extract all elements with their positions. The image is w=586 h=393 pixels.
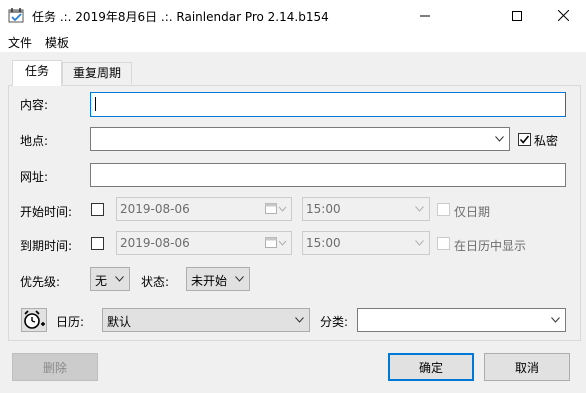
chevron-down-icon [551,317,560,323]
menu-bar: 文件 模板 [0,31,586,52]
cancel-button[interactable]: 取消 [484,353,570,381]
minimize-icon [420,15,430,16]
chevron-down-icon [295,317,304,323]
window-title: 任务 .:. 2019年8月6日 .:. Rainlendar Pro 2.14… [32,10,329,24]
add-alarm-button[interactable] [21,308,47,332]
status-dropdown[interactable]: 未开始 [186,267,250,291]
calendar-value: 默认 [107,315,132,329]
chevron-down-icon [415,240,424,246]
calendar-label: 日历: [56,315,85,329]
calendar-dropdown[interactable]: 默认 [102,308,310,332]
private-label: 私密 [534,134,559,148]
start-date-value: 2019-08-06 [120,202,190,216]
private-checkbox[interactable] [518,133,531,146]
start-time-value: 15:00 [306,202,341,216]
checkmark-icon [519,135,530,144]
status-value: 未开始 [191,274,228,288]
due-date-value: 2019-08-06 [120,236,190,250]
maximize-button[interactable] [494,0,540,31]
date-only-checkbox[interactable] [437,203,450,216]
chevron-down-icon [495,136,504,142]
content-label: 内容: [20,98,49,112]
title-bar: 任务 .:. 2019年8月6日 .:. Rainlendar Pro 2.14… [0,0,586,31]
close-button[interactable] [540,0,586,31]
maximize-icon [512,10,522,21]
tab-task[interactable]: 任务 [12,60,62,86]
start-time-dropdown[interactable]: 15:00 [302,197,430,221]
delete-button[interactable]: 删除 [12,353,98,381]
priority-value: 无 [95,274,108,288]
due-time-label: 到期时间: [20,239,73,253]
chevron-down-icon [115,276,124,282]
ok-button[interactable]: 确定 [388,353,474,381]
chevron-down-icon [235,276,244,282]
close-icon [557,10,569,21]
category-label: 分类: [320,315,349,329]
url-input[interactable] [90,163,566,187]
url-label: 网址: [20,170,49,184]
location-dropdown[interactable] [90,127,510,151]
date-only-label: 仅日期 [454,205,491,219]
content-input[interactable] [90,92,566,117]
start-time-label: 开始时间: [20,205,73,219]
priority-dropdown[interactable]: 无 [90,267,130,291]
due-time-value: 15:00 [306,236,341,250]
show-in-calendar-label: 在日历中显示 [454,239,527,253]
start-date-picker[interactable]: 2019-08-06 [116,197,292,221]
due-time-dropdown[interactable]: 15:00 [302,231,430,255]
status-label: 状态: [141,275,170,289]
calendar-picker-icon [265,237,287,248]
rainlendar-app-icon [8,8,24,23]
priority-label: 优先级: [20,275,61,289]
chevron-down-icon [415,206,424,212]
start-time-checkbox[interactable] [91,203,104,216]
text-caret [95,97,96,111]
show-in-calendar-checkbox[interactable] [437,237,450,250]
tab-recurrence[interactable]: 重复周期 [62,62,132,84]
category-dropdown[interactable] [357,308,566,332]
menu-template[interactable]: 模板 [45,34,69,51]
alarm-clock-icon [24,310,45,329]
minimize-button[interactable] [402,0,448,31]
due-date-picker[interactable]: 2019-08-06 [116,231,292,255]
due-time-checkbox[interactable] [91,237,104,250]
location-label: 地点: [20,134,49,148]
calendar-picker-icon [265,203,287,214]
menu-file[interactable]: 文件 [8,34,32,51]
